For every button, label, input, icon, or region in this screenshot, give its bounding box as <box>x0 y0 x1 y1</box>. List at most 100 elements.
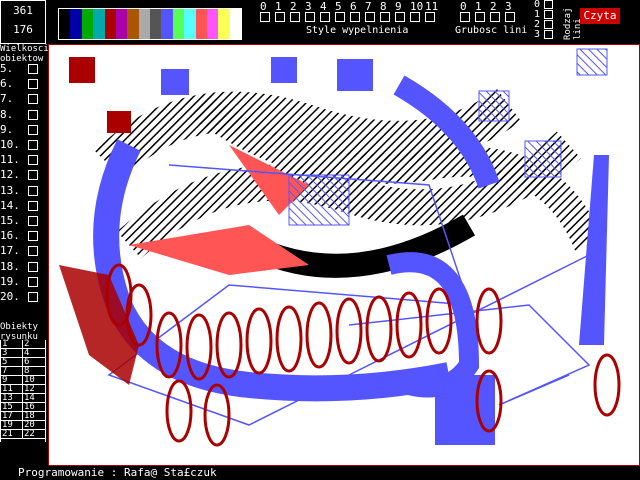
size-checkbox[interactable] <box>28 155 38 166</box>
coord-x: 361 <box>13 4 33 17</box>
color-swatch[interactable] <box>115 9 128 39</box>
size-checkbox[interactable] <box>28 140 38 150</box>
color-swatch[interactable] <box>70 9 82 39</box>
size-item[interactable]: 8. <box>0 108 44 122</box>
size-label: 17. <box>0 244 20 258</box>
sizes-title: Wielkosci obiektow <box>0 44 49 64</box>
size-item[interactable]: 13. <box>0 184 44 198</box>
line-width-label: Grubosc lini <box>455 25 528 36</box>
size-checkbox[interactable] <box>28 124 38 135</box>
size-item[interactable]: 20. <box>0 290 44 304</box>
size-item[interactable]: 18. <box>0 260 44 274</box>
size-checkbox[interactable] <box>28 170 38 181</box>
size-label: 11. <box>0 153 20 167</box>
color-swatch[interactable] <box>138 9 150 39</box>
color-swatch[interactable] <box>93 9 105 39</box>
option-checkbox[interactable] <box>380 12 390 22</box>
read-button[interactable]: Czyta <box>580 8 620 24</box>
option-checkbox[interactable] <box>490 12 500 22</box>
option-checkbox[interactable] <box>410 12 420 22</box>
object-cell[interactable]: 22 <box>23 430 45 439</box>
size-item[interactable]: 9. <box>0 123 44 137</box>
size-label: 9. <box>0 122 14 136</box>
color-swatch[interactable] <box>161 9 173 39</box>
size-checkbox[interactable] <box>28 292 38 302</box>
option-checkbox[interactable] <box>460 12 470 22</box>
footer-text: Programowanie : Rafa@ Sta£czuk <box>18 466 217 479</box>
size-label: 10. <box>0 138 20 151</box>
option-checkbox[interactable] <box>335 12 345 22</box>
color-swatch[interactable] <box>229 9 241 39</box>
drawing-artwork <box>59 48 621 447</box>
size-label: 18. <box>0 259 20 273</box>
size-checkbox[interactable] <box>28 216 38 226</box>
option-checkbox[interactable] <box>320 12 330 22</box>
size-label: 7. <box>0 92 14 106</box>
option-checkbox[interactable] <box>275 12 285 22</box>
option-checkbox[interactable] <box>505 12 515 22</box>
coord-y: 176 <box>13 23 33 36</box>
color-swatch[interactable] <box>195 9 207 39</box>
size-label: 19. <box>0 274 20 288</box>
object-cell[interactable]: 21 <box>1 430 23 439</box>
size-label: 15. <box>0 214 20 227</box>
color-swatch[interactable] <box>81 9 94 39</box>
size-checkbox[interactable] <box>28 276 38 287</box>
size-item[interactable]: 5. <box>0 62 44 76</box>
drawing-canvas[interactable] <box>48 44 640 466</box>
color-swatch[interactable] <box>218 9 230 39</box>
option-checkbox[interactable] <box>305 12 315 22</box>
line-type-selector[interactable]: 0123 <box>534 0 564 40</box>
color-swatch[interactable] <box>206 9 219 39</box>
size-item[interactable]: 7. <box>0 92 44 106</box>
option-checkbox[interactable] <box>395 12 405 22</box>
line-type-checkbox[interactable] <box>544 20 553 29</box>
size-label: 14. <box>0 198 20 212</box>
size-checkbox[interactable] <box>28 185 38 196</box>
color-palette[interactable] <box>58 8 242 40</box>
size-checkbox[interactable] <box>28 109 38 120</box>
size-item[interactable]: 11. <box>0 153 44 167</box>
size-label: 8. <box>0 107 14 121</box>
size-checkbox[interactable] <box>28 246 38 257</box>
size-checkbox[interactable] <box>28 79 38 90</box>
size-item[interactable]: 15. <box>0 214 44 228</box>
footer-credit: Programowanie : Rafa@ Sta£czuk <box>0 466 640 480</box>
coordinate-readout: 361 176 <box>0 0 46 44</box>
line-width-selector[interactable]: 0123 <box>460 0 520 24</box>
size-checkbox[interactable] <box>28 94 38 105</box>
size-checkbox[interactable] <box>28 64 38 74</box>
option-checkbox[interactable] <box>290 12 300 22</box>
size-checkbox[interactable] <box>28 261 38 272</box>
option-checkbox[interactable] <box>425 12 435 22</box>
option-checkbox[interactable] <box>350 12 360 22</box>
color-swatch[interactable] <box>104 9 116 39</box>
objects-grid: 1 2 3 4 5 6 7 8 9 10 11 12 13 14 15 16 17 18 19 20 21 22 <box>0 340 46 442</box>
size-label: 13. <box>0 183 20 197</box>
line-type-checkbox[interactable] <box>544 0 553 9</box>
line-type-checkbox[interactable] <box>544 30 553 39</box>
option-checkbox[interactable] <box>475 12 485 22</box>
option-checkbox[interactable] <box>365 12 375 22</box>
size-checkbox[interactable] <box>28 200 38 211</box>
size-item[interactable]: 19. <box>0 275 44 289</box>
color-swatch[interactable] <box>184 9 196 39</box>
color-swatch[interactable] <box>59 9 71 39</box>
fill-style-selector[interactable]: 0 1 2 3 4 5 6 7 8 9 10 11 <box>260 0 440 24</box>
line-type-number: 3 <box>534 29 541 40</box>
size-checkbox[interactable] <box>28 231 38 242</box>
size-item[interactable]: 16. <box>0 229 44 243</box>
color-swatch[interactable] <box>127 9 139 39</box>
option-checkbox[interactable] <box>260 12 270 22</box>
size-item[interactable]: 6. <box>0 77 44 91</box>
size-item[interactable]: 10. <box>0 138 44 152</box>
size-label: 12. <box>0 168 20 182</box>
color-swatch[interactable] <box>150 9 162 39</box>
size-item[interactable]: 12. <box>0 168 44 182</box>
size-label: 16. <box>0 229 20 243</box>
color-swatch[interactable] <box>172 9 185 39</box>
line-type-checkbox[interactable] <box>544 10 553 19</box>
size-item[interactable]: 17. <box>0 244 44 258</box>
size-label: 20. <box>0 290 20 303</box>
size-item[interactable]: 14. <box>0 199 44 213</box>
